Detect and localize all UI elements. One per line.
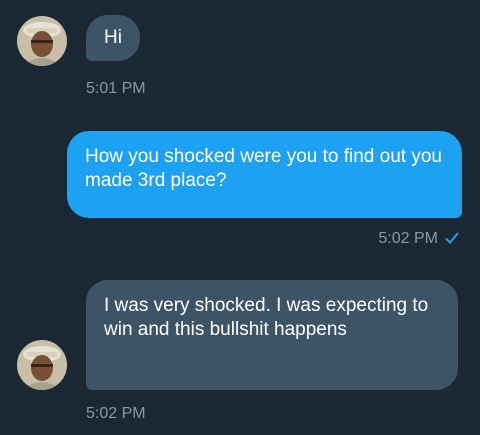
message-text: I was very shocked. I was expecting to w… xyxy=(104,295,429,340)
message-timestamp: 5:01 PM xyxy=(86,80,146,97)
message-text: How you shocked were you to find out you… xyxy=(85,146,442,191)
message-text: Hi xyxy=(104,27,122,48)
message-timestamp: 5:02 PM xyxy=(378,230,438,247)
message-bubble-incoming[interactable]: Hi xyxy=(86,15,140,61)
checkmark-icon xyxy=(444,231,460,251)
user-avatar-icon xyxy=(17,340,67,390)
message-bubble-incoming[interactable]: I was very shocked. I was expecting to w… xyxy=(86,280,458,390)
message-timestamp-row: 5:02 PM xyxy=(378,229,460,251)
message-timestamp: 5:02 PM xyxy=(86,405,146,422)
user-avatar-icon xyxy=(17,16,67,66)
sender-avatar[interactable] xyxy=(17,340,67,390)
message-bubble-outgoing[interactable]: How you shocked were you to find out you… xyxy=(67,131,462,218)
sender-avatar[interactable] xyxy=(17,16,67,66)
